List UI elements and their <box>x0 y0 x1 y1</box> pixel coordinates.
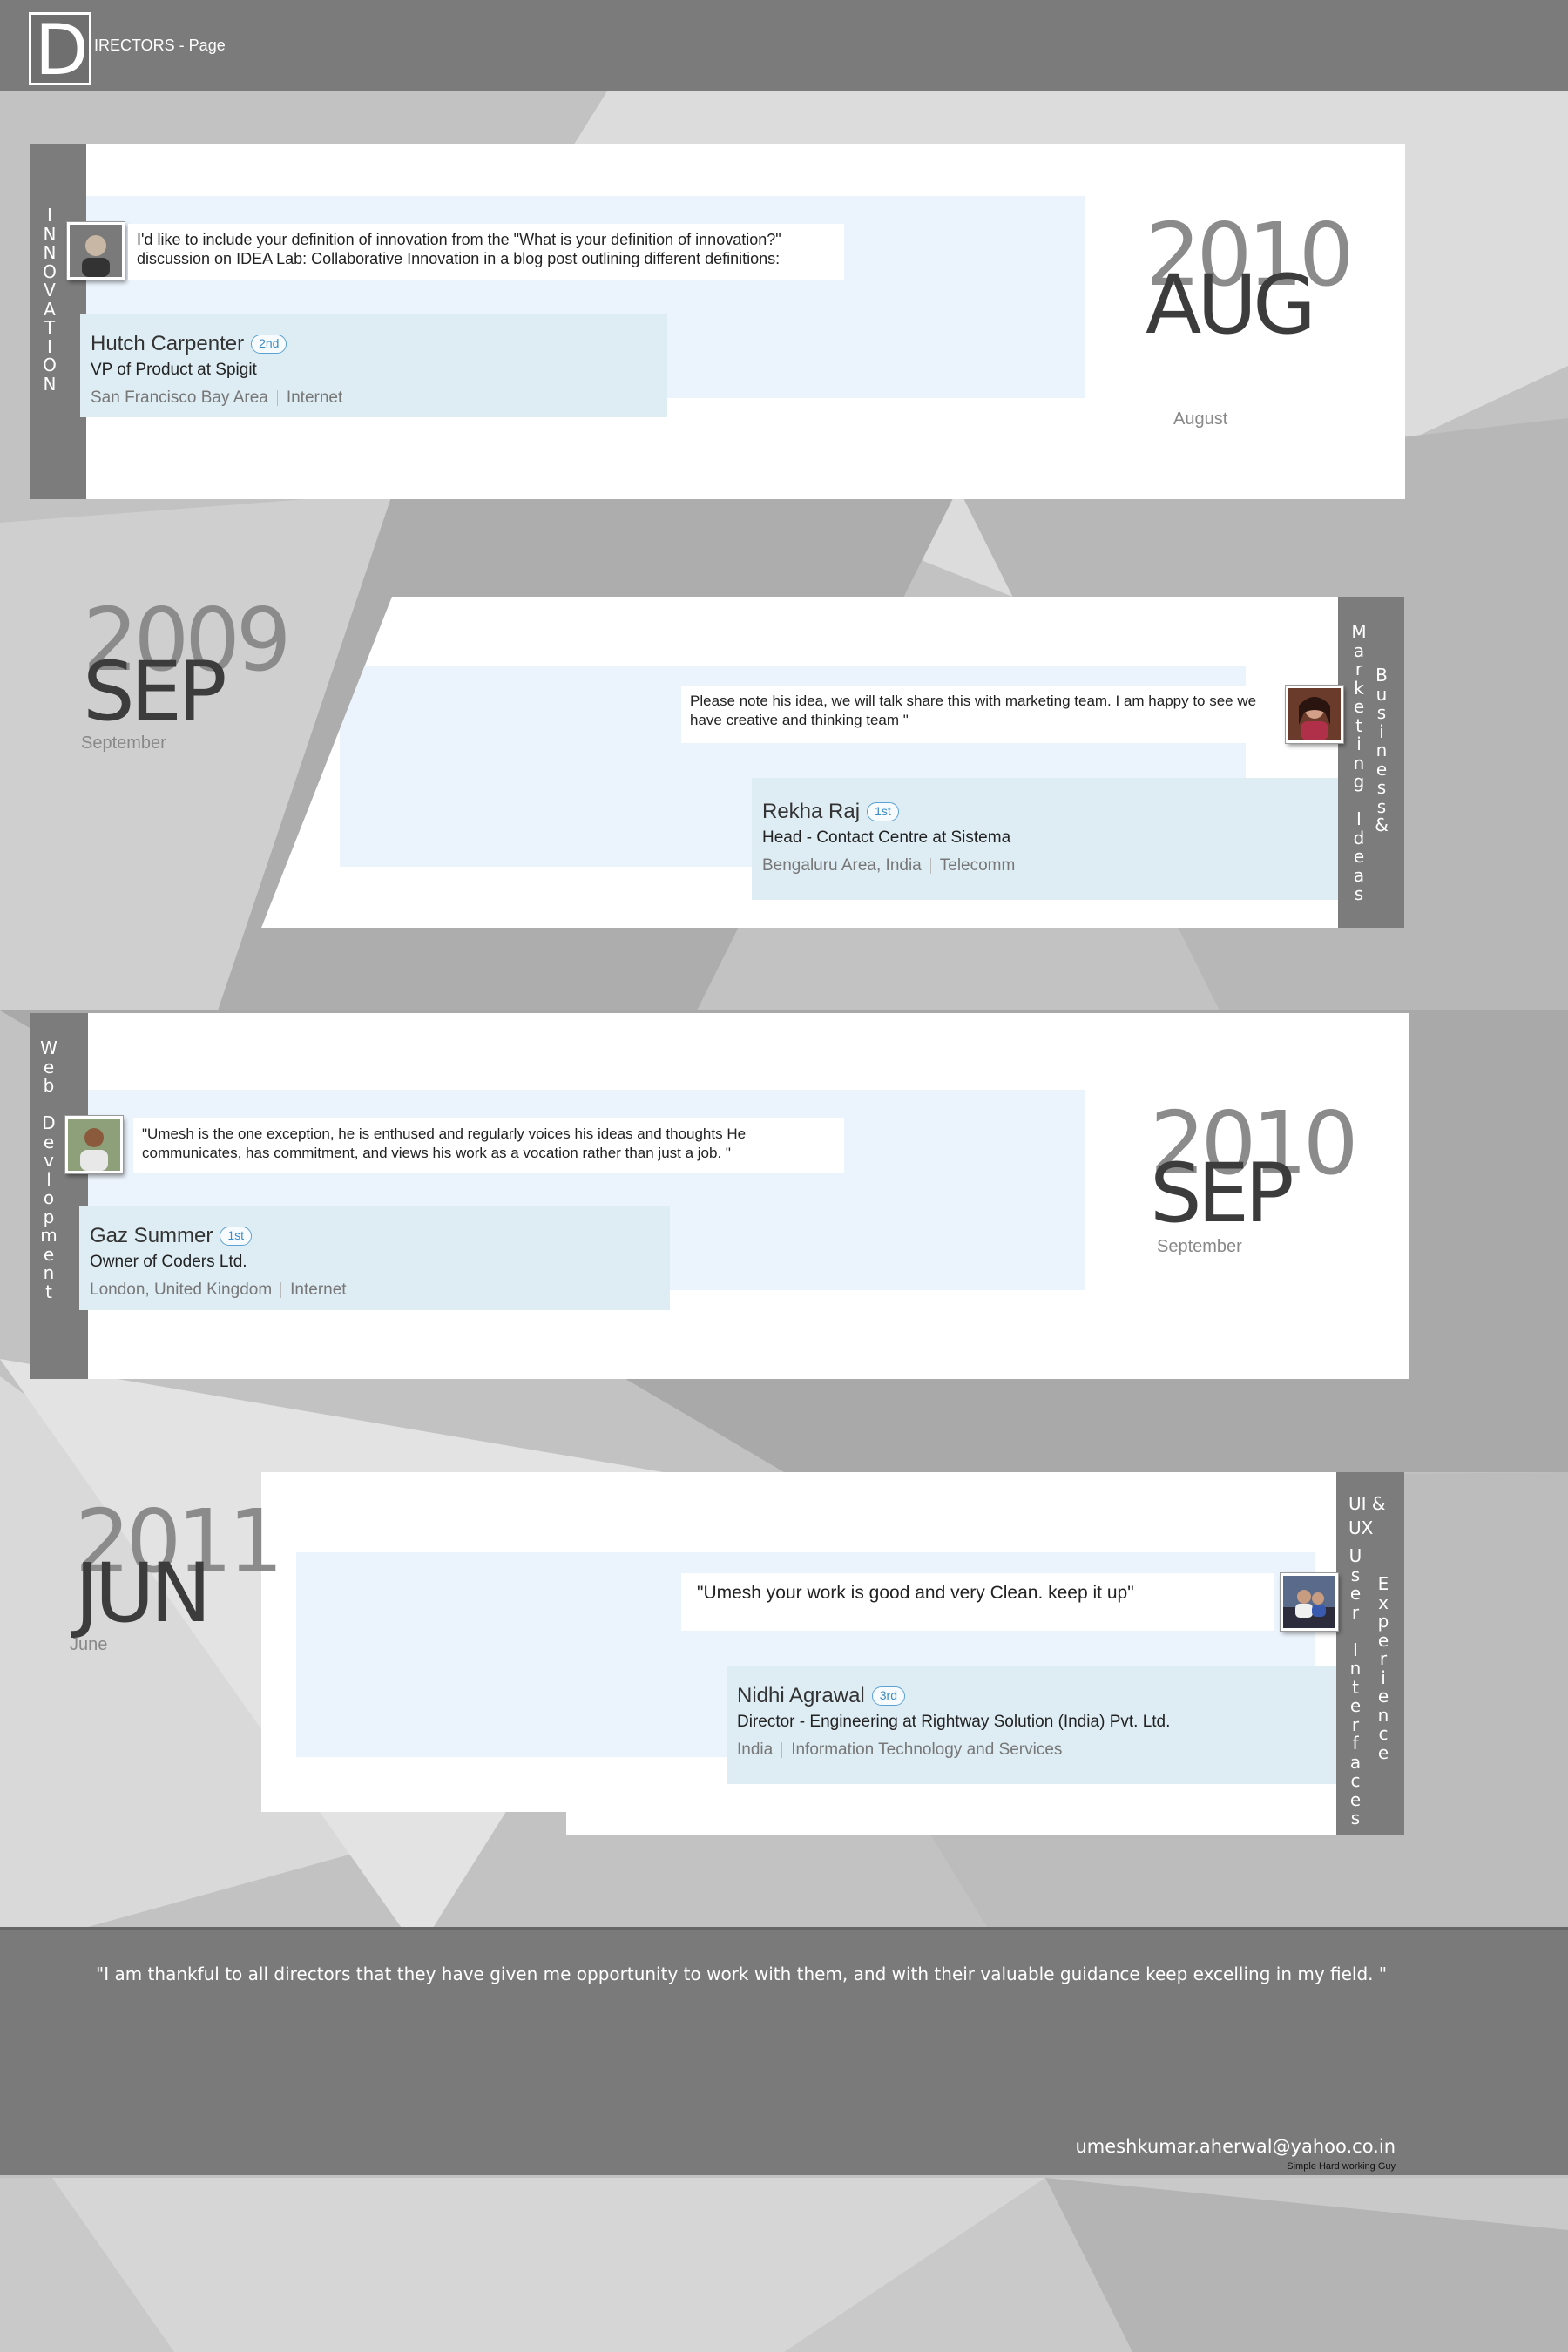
avatar <box>67 222 125 280</box>
profile-name[interactable]: Hutch Carpenter <box>91 331 244 357</box>
category-label: UserInterfaces <box>1348 1545 1362 1828</box>
category-label: MarketingIdeas <box>1351 621 1367 904</box>
category-label: INNOVATION <box>43 205 57 395</box>
avatar <box>65 1116 123 1173</box>
profile-card: Nidhi Agrawal 3rd Director - Engineering … <box>727 1666 1338 1784</box>
category-title: UI & UX <box>1348 1493 1386 1538</box>
profile-title: Head - Contact Centre at Sistema <box>762 828 1011 847</box>
date-month-full: September <box>81 733 166 753</box>
recommendation-quote: "Umesh your work is good and very Clean.… <box>681 1573 1274 1631</box>
profile-industry: Internet <box>290 1281 347 1299</box>
profile-card: Rekha Raj 1st Head - Contact Centre at Si… <box>752 778 1339 900</box>
category-tag: INNOVATION <box>30 144 86 499</box>
page-title: IRECTORS - Page <box>94 37 226 54</box>
connection-degree-badge: 1st <box>867 802 899 821</box>
profile-card: Hutch Carpenter 2nd VP of Product at Spig… <box>80 314 667 417</box>
timeline-card: WebDevlopment "Umesh is the one exceptio… <box>30 1013 1409 1379</box>
category-label: WebDevlopment <box>40 1037 57 1302</box>
timeline-card: Please note his idea, we will talk share… <box>261 597 1404 928</box>
date-month-full: September <box>1157 1237 1242 1256</box>
date-month: SEP <box>1150 1146 1294 1241</box>
date-month-full: June <box>70 1635 108 1654</box>
date-month: JUN <box>75 1546 212 1641</box>
person-icon <box>1283 1576 1335 1628</box>
avatar <box>1286 686 1343 743</box>
category-tag: MarketingIdeas Bu s i n e s s & <box>1338 597 1404 928</box>
profile-title: Director - Engineering at Rightway Solut… <box>737 1713 1171 1731</box>
connection-degree-badge: 2nd <box>251 335 287 354</box>
profile-name[interactable]: Gaz Summer <box>90 1223 213 1249</box>
category-label: Experience <box>1377 1573 1389 1763</box>
avatar <box>1281 1573 1338 1631</box>
profile-card: Gaz Summer 1st Owner of Coders Ltd. Londo… <box>79 1206 670 1310</box>
footer-tagline: Simple Hard working Guy <box>1287 2161 1396 2172</box>
connection-degree-badge: 3rd <box>871 1686 905 1706</box>
profile-industry: Internet <box>286 389 343 407</box>
profile-location: San Francisco Bay Area <box>91 389 268 407</box>
logo: D <box>29 10 91 91</box>
footer: "I am thankful to all directors that the… <box>0 1927 1568 2175</box>
profile-name[interactable]: Nidhi Agrawal <box>737 1683 865 1709</box>
profile-title: Owner of Coders Ltd. <box>90 1253 247 1271</box>
person-icon <box>1288 688 1341 740</box>
page-header: D IRECTORS - Page <box>0 0 1568 91</box>
category-label: Bu s i n e s s & <box>1375 665 1389 835</box>
category-tag: UI & UX UserInterfaces Experience <box>1336 1472 1404 1835</box>
date-month: AUG <box>1146 258 1316 353</box>
category-tag: WebDevlopment <box>30 1013 88 1379</box>
profile-location: London, United Kingdom <box>90 1281 273 1299</box>
recommendation-quote: "Umesh is the one exception, he is enthu… <box>133 1118 844 1173</box>
footer-quote: "I am thankful to all directors that the… <box>96 1963 1388 1984</box>
profile-location: India <box>737 1740 774 1759</box>
profile-name[interactable]: Rekha Raj <box>762 799 860 825</box>
profile-location: Bengaluru Area, India <box>762 856 922 875</box>
recommendation-quote: I'd like to include your definition of i… <box>128 224 844 280</box>
person-icon <box>70 225 122 277</box>
profile-title: VP of Product at Spigit <box>91 361 257 379</box>
profile-industry: Telecomm <box>939 856 1016 875</box>
profile-industry: Information Technology and Services <box>791 1740 1063 1759</box>
logo-letter: D <box>35 10 89 91</box>
timeline-card: "Umesh your work is good and very Clean.… <box>261 1472 1404 1835</box>
date-month: SEP <box>83 645 227 740</box>
recommendation-quote: Please note his idea, we will talk share… <box>681 686 1274 743</box>
timeline-card: INNOVATION I'd like to include your defi… <box>30 144 1405 499</box>
person-icon <box>68 1119 120 1171</box>
date-month-full: August <box>1173 409 1228 429</box>
contact-email[interactable]: umeshkumar.aherwal@yahoo.co.in <box>1075 2136 1396 2157</box>
connection-degree-badge: 1st <box>220 1227 253 1246</box>
